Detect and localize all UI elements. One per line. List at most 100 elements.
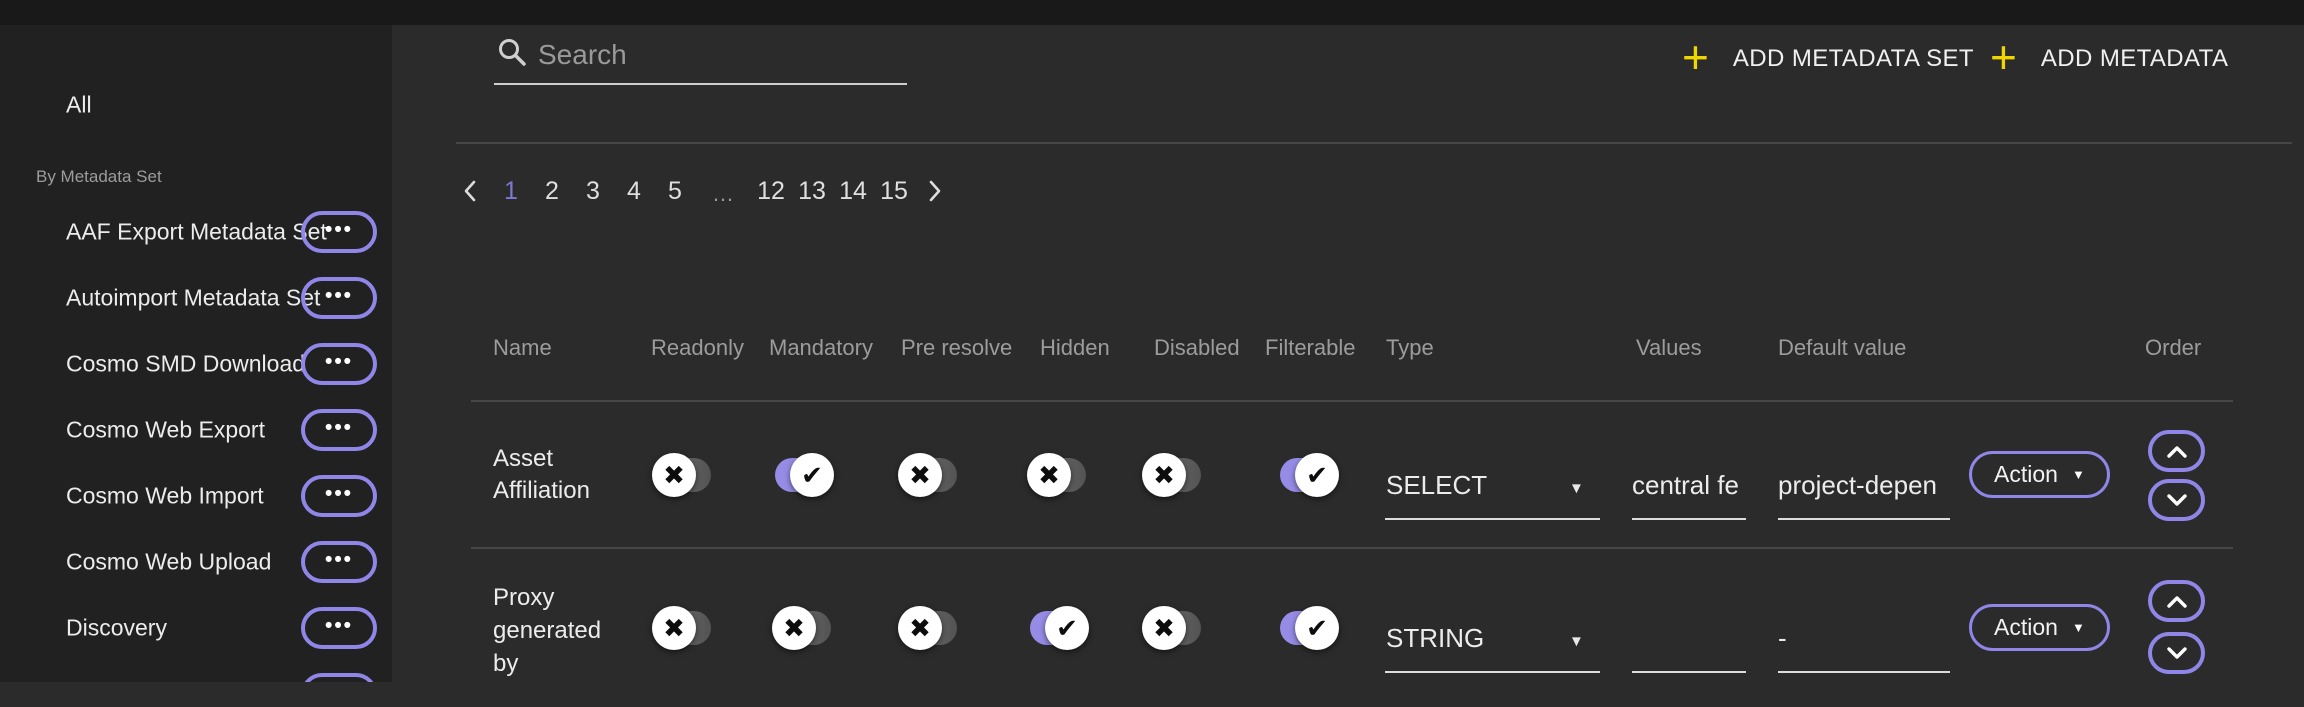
more-options-icon: ••• bbox=[325, 285, 353, 312]
chevron-down-icon: ▼ bbox=[2072, 467, 2085, 482]
hidden-toggle[interactable]: ✖ bbox=[1027, 453, 1089, 497]
sidebar-item[interactable]: AAF Export Metadata Set ••• bbox=[0, 211, 392, 253]
default-value-underline bbox=[1778, 671, 1950, 673]
page-number[interactable]: 15 bbox=[879, 177, 909, 206]
add-metadata-button[interactable]: + ADD METADATA bbox=[1990, 33, 2228, 85]
filterable-toggle[interactable]: ✔ bbox=[1277, 453, 1339, 497]
page-number[interactable]: 4 bbox=[619, 177, 649, 206]
add-metadata-set-button[interactable]: + ADD METADATA SET bbox=[1682, 33, 1974, 85]
plus-icon: + bbox=[1990, 34, 2017, 80]
type-select[interactable]: SELECT bbox=[1386, 470, 1487, 501]
move-up-button[interactable] bbox=[2148, 430, 2205, 472]
column-header-order: Order bbox=[2145, 335, 2201, 361]
field-name: Asset Affiliation bbox=[493, 443, 590, 507]
more-options-button[interactable]: ••• bbox=[301, 673, 377, 682]
next-page-button[interactable] bbox=[920, 176, 950, 206]
sidebar-item[interactable]: ••• bbox=[0, 673, 392, 682]
type-select[interactable]: STRING bbox=[1386, 623, 1484, 654]
toggle-thumb: ✖ bbox=[898, 606, 942, 650]
filterable-toggle[interactable]: ✔ bbox=[1277, 606, 1339, 650]
pagination: 12345…12131415 bbox=[455, 166, 950, 216]
page-number[interactable]: 5 bbox=[660, 177, 690, 206]
sidebar-item[interactable]: Discovery ••• bbox=[0, 607, 392, 649]
toggle-thumb: ✖ bbox=[772, 606, 816, 650]
more-options-icon: ••• bbox=[325, 219, 353, 246]
hidden-toggle[interactable]: ✔ bbox=[1027, 606, 1089, 650]
sidebar-item[interactable]: Autoimport Metadata Set ••• bbox=[0, 277, 392, 319]
page-number[interactable]: 12 bbox=[756, 177, 786, 206]
move-up-button[interactable] bbox=[2148, 580, 2205, 622]
page-number[interactable]: 2 bbox=[537, 177, 567, 206]
mandatory-toggle[interactable]: ✖ bbox=[772, 606, 834, 650]
default-value-field[interactable]: project-depen bbox=[1778, 470, 1944, 501]
plus-icon: + bbox=[1682, 34, 1709, 80]
chevron-up-icon bbox=[2169, 448, 2185, 456]
window-top-strip bbox=[0, 0, 2304, 25]
page-number[interactable]: 3 bbox=[578, 177, 608, 206]
toggle-thumb: ✖ bbox=[1142, 453, 1186, 497]
readonly-toggle[interactable]: ✖ bbox=[652, 606, 714, 650]
sidebar-item-label: AAF Export Metadata Set bbox=[66, 219, 327, 246]
previous-page-button[interactable] bbox=[455, 176, 485, 206]
readonly-toggle[interactable]: ✖ bbox=[652, 453, 714, 497]
chevron-down-icon: ▼ bbox=[2072, 620, 2085, 635]
field-name-line: generated bbox=[493, 614, 601, 647]
more-options-icon: ••• bbox=[325, 615, 353, 642]
chevron-up-icon bbox=[2169, 598, 2185, 606]
chevron-down-icon: ▼ bbox=[1569, 633, 1584, 650]
more-options-button[interactable]: ••• bbox=[301, 541, 377, 583]
more-options-icon: ••• bbox=[325, 417, 353, 444]
sidebar-item-label: Cosmo Web Import bbox=[66, 483, 264, 510]
move-down-button[interactable] bbox=[2148, 479, 2205, 521]
toggle-thumb: ✔ bbox=[1045, 606, 1089, 650]
sidebar-item[interactable]: Cosmo Web Import ••• bbox=[0, 475, 392, 517]
more-options-button[interactable]: ••• bbox=[301, 409, 377, 451]
table-row: Asset Affiliation ✖ ✔ ✖ ✖ ✖ ✔ SELECT ▼ c… bbox=[392, 402, 2304, 547]
more-options-button[interactable]: ••• bbox=[301, 277, 377, 319]
disabled-toggle[interactable]: ✖ bbox=[1142, 606, 1204, 650]
action-button[interactable]: Action ▼ bbox=[1969, 451, 2110, 498]
mandatory-toggle[interactable]: ✔ bbox=[772, 453, 834, 497]
add-metadata-label: ADD METADATA bbox=[2041, 45, 2228, 73]
table-row: Proxy generated by ✖ ✖ ✖ ✔ ✖ ✔ STRING ▼ … bbox=[392, 547, 2304, 707]
more-options-button[interactable]: ••• bbox=[301, 607, 377, 649]
pre-resolve-toggle[interactable]: ✖ bbox=[898, 453, 960, 497]
field-name-line: Asset bbox=[493, 443, 590, 475]
sidebar-item-label: Discovery bbox=[66, 615, 167, 642]
pre-resolve-toggle[interactable]: ✖ bbox=[898, 606, 960, 650]
page-number[interactable]: 13 bbox=[797, 177, 827, 206]
search-input[interactable] bbox=[538, 33, 898, 77]
field-name-line: Proxy bbox=[493, 581, 601, 614]
sidebar-item-all[interactable]: All bbox=[0, 84, 392, 126]
sidebar-item[interactable]: Cosmo SMD Download ••• bbox=[0, 343, 392, 385]
toggle-thumb: ✖ bbox=[1142, 606, 1186, 650]
action-button-label: Action bbox=[1994, 614, 2058, 641]
column-header-filterable: Filterable bbox=[1265, 335, 1355, 361]
column-header-values: Values bbox=[1636, 335, 1702, 361]
action-button-label: Action bbox=[1994, 461, 2058, 488]
default-value-field[interactable]: - bbox=[1778, 623, 1944, 654]
column-header-mandatory: Mandatory bbox=[769, 335, 873, 361]
column-header-pre-resolve: Pre resolve bbox=[901, 335, 1012, 361]
more-options-button[interactable]: ••• bbox=[301, 211, 377, 253]
sidebar-all-label: All bbox=[66, 92, 92, 119]
more-options-button[interactable]: ••• bbox=[301, 475, 377, 517]
toggle-thumb: ✖ bbox=[652, 453, 696, 497]
column-header-default-value: Default value bbox=[1778, 335, 1906, 361]
toggle-thumb: ✖ bbox=[1027, 453, 1071, 497]
toggle-thumb: ✔ bbox=[1295, 453, 1339, 497]
values-field[interactable]: central fe bbox=[1632, 470, 1744, 501]
action-button[interactable]: Action ▼ bbox=[1969, 604, 2110, 651]
move-down-button[interactable] bbox=[2148, 632, 2205, 674]
page-number[interactable]: 1 bbox=[496, 177, 526, 206]
chevron-down-icon bbox=[2169, 649, 2185, 657]
page-number[interactable]: 14 bbox=[838, 177, 868, 206]
sidebar-item[interactable]: Cosmo Web Upload ••• bbox=[0, 541, 392, 583]
add-metadata-set-label: ADD METADATA SET bbox=[1733, 45, 1974, 73]
sidebar-item[interactable]: Cosmo Web Export ••• bbox=[0, 409, 392, 451]
more-options-button[interactable]: ••• bbox=[301, 343, 377, 385]
field-name: Proxy generated by bbox=[493, 581, 601, 680]
column-header-disabled: Disabled bbox=[1154, 335, 1240, 361]
default-value-underline bbox=[1778, 518, 1950, 520]
disabled-toggle[interactable]: ✖ bbox=[1142, 453, 1204, 497]
